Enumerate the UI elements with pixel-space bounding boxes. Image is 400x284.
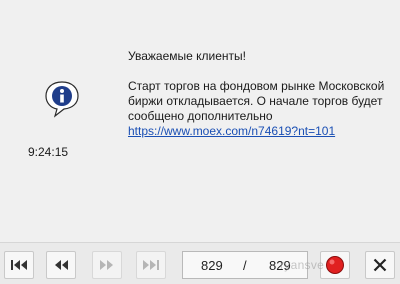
message-body: Старт торгов на фондовом рынке Московско… (128, 79, 385, 123)
red-stop-icon (326, 256, 344, 274)
message-window: 9:24:15 Уважаемые клиенты! Старт торгов … (0, 0, 400, 284)
stop-button[interactable] (320, 251, 350, 279)
message-area: 9:24:15 Уважаемые клиенты! Старт торгов … (0, 0, 400, 242)
message-greeting: Уважаемые клиенты! (128, 49, 246, 63)
last-message-button[interactable] (136, 251, 166, 279)
current-message-number: 829 (201, 258, 223, 273)
first-message-button[interactable] (4, 251, 34, 279)
step-forward-icon (100, 260, 113, 270)
message-link[interactable]: https://www.moex.com/n74619?nt=101 (128, 124, 388, 139)
message-text: Уважаемые клиенты! Старт торгов на фондо… (128, 49, 388, 139)
close-icon (373, 258, 387, 272)
previous-message-button[interactable] (46, 251, 76, 279)
skip-to-first-icon (11, 260, 27, 270)
counter-separator: / (243, 258, 247, 273)
watermark: ryansve (280, 258, 325, 272)
info-icon (45, 81, 79, 118)
next-message-button[interactable] (92, 251, 122, 279)
navigation-toolbar: 829 / 829 (0, 242, 400, 284)
step-back-icon (55, 260, 68, 270)
message-time: 9:24:15 (28, 145, 69, 159)
close-button[interactable] (365, 251, 395, 279)
skip-to-last-icon (143, 260, 159, 270)
